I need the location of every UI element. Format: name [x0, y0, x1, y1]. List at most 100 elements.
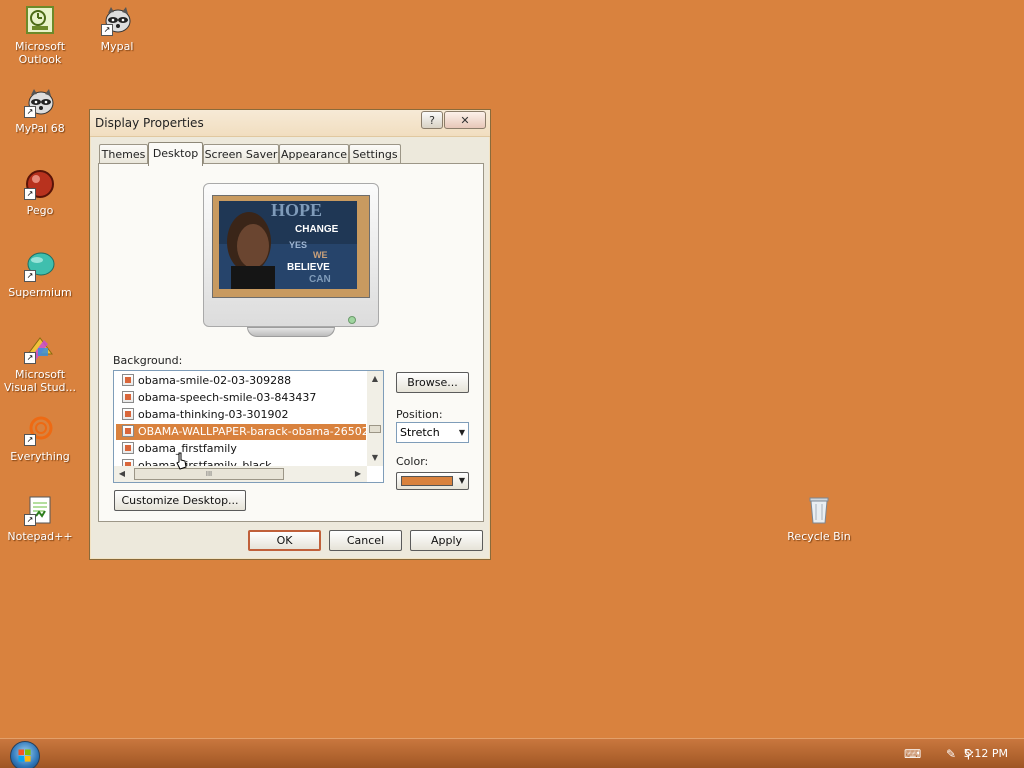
desktop-icon-everything[interactable]: ↗ Everything — [2, 414, 78, 463]
monitor-stand — [247, 327, 335, 337]
desktop-icon-label: Everything — [10, 450, 70, 463]
vertical-scroll-thumb[interactable] — [369, 425, 381, 433]
raccoon-icon: ↗ — [24, 86, 56, 118]
pego-icon: ↗ — [24, 168, 56, 200]
recycle-bin-icon — [803, 494, 835, 526]
help-button[interactable]: ? — [421, 111, 443, 129]
desktop-icon-label: Pego — [26, 204, 54, 217]
shortcut-arrow-icon: ↗ — [24, 434, 36, 446]
scroll-down-arrow-icon[interactable]: ▼ — [367, 450, 383, 466]
color-picker-button[interactable]: ▼ — [396, 472, 469, 490]
dialog-titlebar[interactable]: Display Properties ? ✕ — [90, 110, 490, 137]
desktop-icon-mypal[interactable]: ↗ Mypal — [79, 4, 155, 53]
desktop-icon-label: Mypal — [100, 40, 134, 53]
close-icon: ✕ — [460, 114, 470, 127]
outlook-icon — [24, 4, 56, 36]
desktop-icon-visual-studio[interactable]: ↗ Microsoft Visual Stud... — [2, 332, 78, 394]
cancel-button[interactable]: Cancel — [329, 530, 402, 551]
power-led — [348, 316, 356, 324]
desktop-icon-label: Supermium — [8, 286, 72, 299]
horizontal-scrollbar[interactable]: ◀ III ▶ — [114, 466, 367, 482]
desktop-icon-label: Notepad++ — [7, 530, 73, 543]
color-swatch — [401, 476, 453, 486]
list-item[interactable]: obama-thinking-03-301902 — [116, 407, 366, 423]
desktop-icon-label: Microsoft Visual Stud... — [3, 368, 77, 394]
position-select[interactable]: Stretch ▼ — [396, 422, 469, 443]
background-label: Background: — [113, 354, 183, 367]
shortcut-arrow-icon: ↗ — [24, 352, 36, 364]
color-label: Color: — [396, 455, 429, 468]
preview-text-hope: HOPE — [271, 200, 322, 220]
tab-settings[interactable]: Settings — [349, 144, 401, 164]
preview-text-we: WE — [313, 250, 328, 260]
wallpaper-preview-image: HOPE CHANGE YES WE BELIEVE CAN — [212, 195, 370, 298]
display-properties-dialog: Display Properties ? ✕ Themes Desktop Sc… — [89, 109, 491, 560]
position-label: Position: — [396, 408, 443, 421]
hand-cursor-icon — [176, 452, 187, 470]
desktop-icon-supermium[interactable]: ↗ Supermium — [2, 250, 78, 299]
supermium-icon: ↗ — [24, 250, 56, 282]
tab-desktop[interactable]: Desktop — [148, 142, 203, 166]
background-list[interactable]: obama-smile-02-03-309288 obama-speech-sm… — [113, 370, 384, 483]
image-file-icon — [122, 408, 134, 420]
desktop-icon-label: Microsoft Outlook — [14, 40, 66, 66]
image-file-icon — [122, 459, 134, 466]
taskbar: ⌨ ✎ ⚲ 5:12 PM — [0, 738, 1024, 768]
windows-logo-icon — [18, 749, 31, 762]
horizontal-scroll-thumb[interactable]: III — [134, 468, 284, 480]
ok-button[interactable]: OK — [248, 530, 321, 551]
scroll-grip-icon: III — [205, 470, 213, 478]
visual-studio-icon: ↗ — [24, 332, 56, 364]
everything-search-icon: ↗ — [24, 414, 56, 446]
preview-text-yes: YES — [289, 240, 307, 250]
customize-desktop-button[interactable]: Customize Desktop... — [114, 490, 246, 511]
desktop-icon-label: Recycle Bin — [787, 530, 851, 543]
desktop-icon-notepad-plus-plus[interactable]: ↗ Notepad++ — [2, 494, 78, 543]
position-value: Stretch — [400, 426, 440, 439]
desktop-icon-mypal68[interactable]: ↗ MyPal 68 — [2, 86, 78, 135]
apply-button[interactable]: Apply — [410, 530, 483, 551]
scroll-up-arrow-icon[interactable]: ▲ — [367, 371, 383, 387]
image-file-icon — [122, 425, 134, 437]
system-tray: ⌨ ✎ ⚲ 5:12 PM — [874, 739, 1024, 768]
list-item[interactable]: obama_firstfamily_black — [116, 458, 366, 466]
chevron-down-icon: ▼ — [458, 476, 465, 485]
tab-themes[interactable]: Themes — [99, 144, 148, 164]
browse-button[interactable]: Browse... — [396, 372, 469, 393]
image-file-icon — [122, 442, 134, 454]
desktop: Microsoft Outlook ↗ Mypal ↗ MyPal 68 ↗ P… — [0, 0, 1024, 768]
desktop-icon-label: MyPal 68 — [15, 122, 65, 135]
vertical-scrollbar[interactable]: ▲ ▼ — [367, 371, 383, 466]
tab-screen-saver[interactable]: Screen Saver — [203, 144, 279, 164]
preview-text-believe: BELIEVE — [287, 262, 330, 273]
desktop-icon-recycle-bin[interactable]: Recycle Bin — [781, 494, 857, 543]
list-item[interactable]: obama_firstfamily — [116, 441, 366, 457]
keyboard-icon[interactable]: ⌨ — [904, 748, 921, 760]
shortcut-arrow-icon: ↗ — [24, 270, 36, 282]
desktop-icon-outlook[interactable]: Microsoft Outlook — [2, 4, 78, 66]
list-item[interactable]: obama-speech-smile-03-843437 — [116, 390, 366, 406]
dialog-title: Display Properties — [95, 116, 204, 130]
desktop-icon-pego[interactable]: ↗ Pego — [2, 168, 78, 217]
start-button[interactable] — [10, 741, 40, 768]
shortcut-arrow-icon: ↗ — [24, 514, 36, 526]
network-icon[interactable]: ✎ — [946, 748, 960, 760]
close-button[interactable]: ✕ — [444, 111, 486, 129]
shortcut-arrow-icon: ↗ — [24, 106, 36, 118]
notepad-plus-plus-icon: ↗ — [24, 494, 56, 526]
list-item-selected[interactable]: OBAMA-WALLPAPER-barack-obama-2650262-8 — [116, 424, 383, 440]
raccoon-icon: ↗ — [101, 4, 133, 36]
taskbar-clock[interactable]: 5:12 PM — [964, 747, 1008, 760]
tab-appearance[interactable]: Appearance — [279, 144, 349, 164]
image-file-icon — [122, 391, 134, 403]
chevron-down-icon: ▼ — [458, 428, 465, 437]
preview-text-can: CAN — [309, 274, 331, 285]
scroll-right-arrow-icon[interactable]: ▶ — [350, 466, 366, 482]
list-item[interactable]: obama-smile-02-03-309288 — [116, 373, 366, 389]
scroll-left-arrow-icon[interactable]: ◀ — [114, 466, 130, 482]
help-icon: ? — [429, 114, 435, 127]
desktop-tab-panel: HOPE CHANGE YES WE BELIEVE CAN Backgroun… — [98, 163, 484, 522]
preview-text-change: CHANGE — [295, 224, 339, 235]
monitor-preview: HOPE CHANGE YES WE BELIEVE CAN — [203, 183, 379, 337]
image-file-icon — [122, 374, 134, 386]
